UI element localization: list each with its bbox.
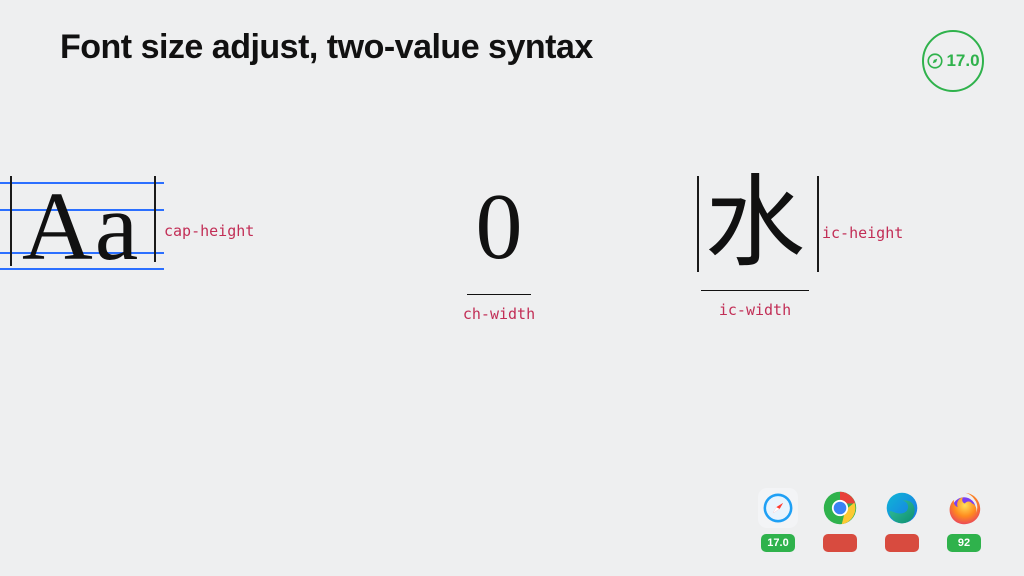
firefox-version-pill: 92 bbox=[947, 534, 981, 552]
page-title: Font size adjust, two-value syntax bbox=[60, 28, 593, 67]
aa-glyph: Aa bbox=[22, 178, 140, 276]
browser-edge bbox=[882, 488, 922, 552]
safari-version-badge: 17.0 bbox=[922, 30, 984, 92]
browser-firefox: 92 bbox=[944, 488, 984, 552]
chrome-version-pill bbox=[823, 534, 857, 552]
cjk-glyph: 水 bbox=[705, 174, 805, 274]
edge-version-pill bbox=[885, 534, 919, 552]
safari-icon bbox=[761, 491, 795, 525]
ch-width-label: ch-width bbox=[463, 305, 535, 323]
ic-width-label: ic-width bbox=[719, 301, 791, 319]
edge-icon bbox=[884, 490, 920, 526]
chrome-icon bbox=[822, 490, 858, 526]
browser-support-row: 17.0 bbox=[758, 488, 984, 552]
zero-glyph: 0 bbox=[476, 180, 523, 274]
browser-chrome bbox=[820, 488, 860, 552]
font-metrics-diagram: Aa ex-height cap-height 0 ch-width 水 ic-… bbox=[0, 180, 1024, 380]
ic-height-label: ic-height bbox=[822, 224, 903, 242]
aa-metric-group: Aa ex-height cap-height bbox=[0, 180, 164, 300]
badge-version: 17.0 bbox=[946, 51, 979, 71]
browser-safari: 17.0 bbox=[758, 488, 798, 552]
safari-version-pill: 17.0 bbox=[761, 534, 795, 552]
compass-icon bbox=[926, 52, 944, 70]
firefox-icon bbox=[946, 490, 982, 526]
zero-metric-group: 0 ch-width bbox=[454, 180, 544, 323]
cap-height-label: cap-height bbox=[164, 222, 254, 240]
cjk-metric-group: 水 ic-width ic-height bbox=[690, 174, 820, 319]
